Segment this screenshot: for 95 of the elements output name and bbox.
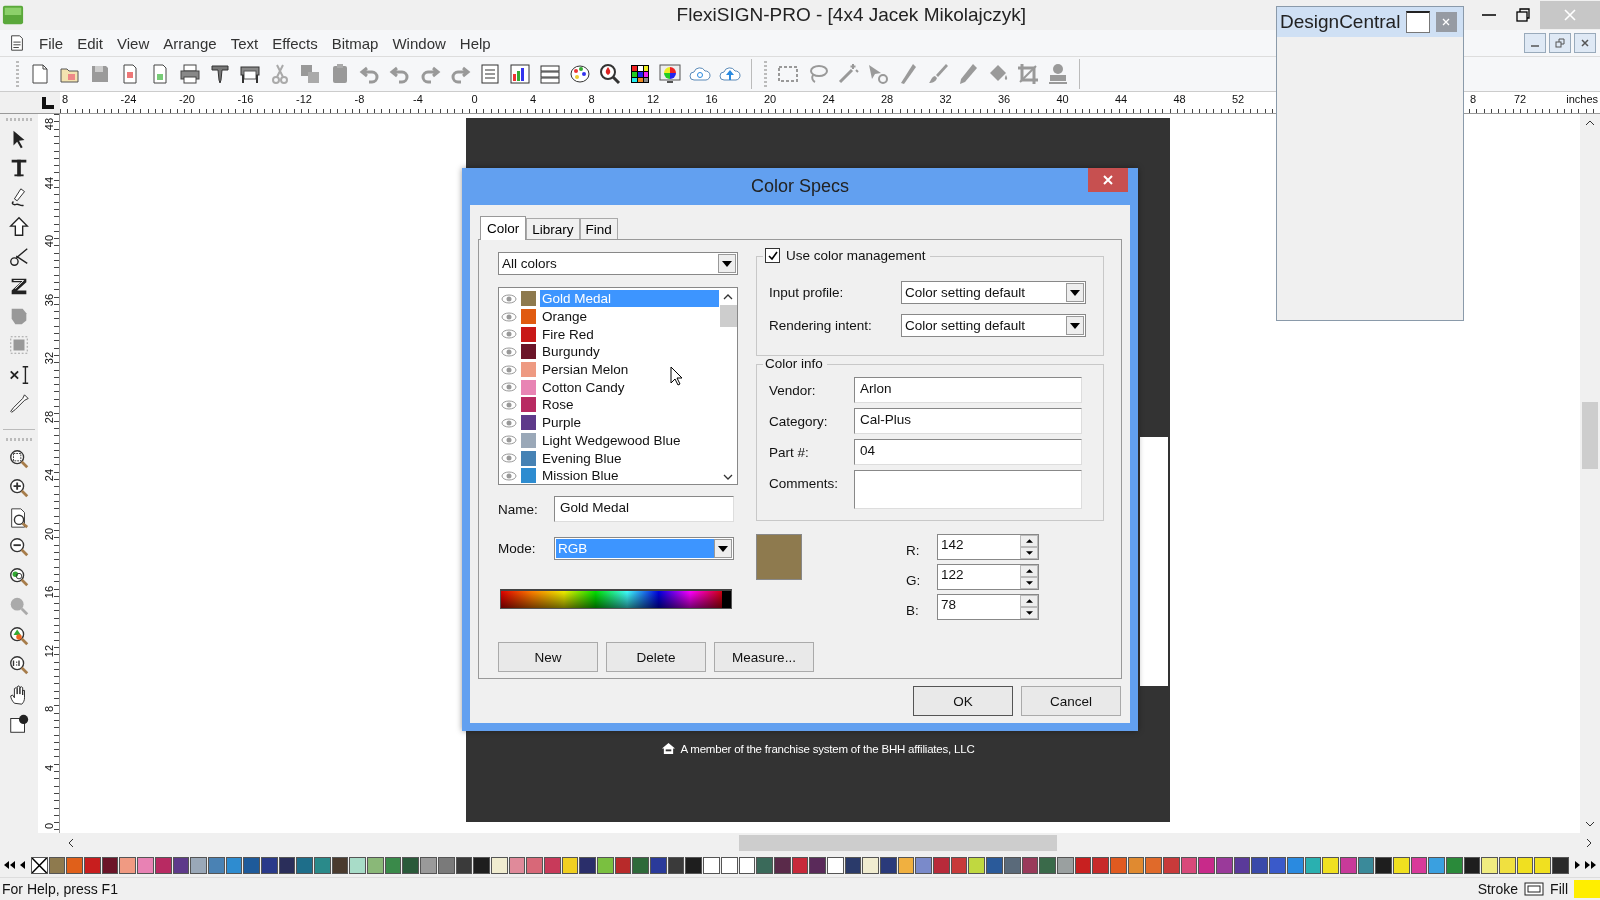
status-text: For Help, press F1 <box>2 881 118 897</box>
tab[interactable]: Library <box>526 218 580 239</box>
field-label: Name: <box>498 501 539 517</box>
menu-item[interactable]: View <box>110 32 157 54</box>
group-title: Color info <box>765 356 823 371</box>
ruler-label: 28 <box>43 409 55 425</box>
ruler-label: -24 <box>119 93 137 105</box>
name-field[interactable]: Gold Medal <box>554 496 734 522</box>
input-field[interactable]: Cal-Plus <box>854 408 1082 434</box>
dialog-title: Color Specs <box>750 176 849 197</box>
ruler-label: 36 <box>43 292 55 308</box>
ruler-label: -8 <box>353 93 365 105</box>
list-item[interactable]: Light Wedgewood Blue <box>540 431 719 449</box>
field-label: Mode: <box>498 541 537 556</box>
ruler-label: 40 <box>43 233 55 250</box>
ruler-label: 0 <box>470 93 478 105</box>
list-item[interactable]: Mission Blue <box>540 467 719 485</box>
ruler-label: 20 <box>43 526 55 542</box>
list-item[interactable]: Burgundy <box>540 343 719 361</box>
input-field[interactable]: Arlon <box>854 377 1082 403</box>
menu-item[interactable]: Effects <box>265 32 325 54</box>
ruler-label: 24 <box>43 467 55 484</box>
ruler-label: 44 <box>1114 93 1128 105</box>
field-label: R: <box>906 541 921 558</box>
profile-dropdown[interactable]: Color setting default <box>901 281 1086 304</box>
window-title: FlexiSIGN-PRO - [4x4 Jacek Mikolajczyk] <box>676 4 1027 26</box>
menu-item[interactable]: Arrange <box>156 32 224 54</box>
ruler-label: 8 <box>587 93 595 105</box>
profile-dropdown[interactable]: Color setting default <box>901 314 1086 337</box>
panel-title: DesignCentral <box>1280 11 1401 33</box>
list-item[interactable]: Rose <box>540 396 719 414</box>
ruler-unit: inches <box>1566 93 1598 105</box>
ruler-label: 12 <box>646 93 660 105</box>
field-label: Comments: <box>769 475 840 491</box>
ruler-label: -12 <box>295 93 312 105</box>
ruler-label: 32 <box>43 350 55 367</box>
spin-field[interactable]: 142 <box>937 534 1039 560</box>
ruler-label: 8 <box>61 93 69 105</box>
input-field[interactable]: 04 <box>854 439 1082 465</box>
ruler-label: 8 <box>43 704 55 715</box>
dialog-button[interactable]: Measure... <box>714 642 814 672</box>
list-item[interactable]: Evening Blue <box>540 449 719 467</box>
spin-field[interactable]: 122 <box>937 564 1039 590</box>
spin-field[interactable]: 78 <box>937 594 1039 620</box>
menu-item[interactable]: Help <box>452 32 498 54</box>
ruler-label: 4 <box>43 763 55 773</box>
field-label: G: <box>906 571 922 588</box>
dialog-button[interactable]: OK <box>913 686 1013 716</box>
list-item[interactable]: Cotton Candy <box>540 378 719 396</box>
ruler-label: 72 <box>1513 93 1527 105</box>
dialog-button[interactable]: Delete <box>606 642 706 672</box>
tab[interactable]: Color <box>480 216 527 240</box>
ruler-label: 36 <box>997 93 1011 105</box>
checkbox-label: Use color management <box>786 248 926 263</box>
ruler-label: 48 <box>1172 93 1186 105</box>
list-item[interactable]: Orange <box>540 308 719 326</box>
ruler-label: 40 <box>1055 93 1069 105</box>
menu-item[interactable]: Text <box>223 32 266 54</box>
menu-item[interactable]: Bitmap <box>324 32 386 54</box>
field-label: Vendor: <box>769 382 817 398</box>
ruler-label: 52 <box>1231 93 1245 105</box>
field-label: Part #: <box>769 444 810 460</box>
footer-text: A member of the franchise system of the BHH affiliates, LLC <box>680 742 975 755</box>
ruler-label: 24 <box>821 93 835 105</box>
tab[interactable]: Find <box>579 218 618 239</box>
field-label: Rendering intent: <box>769 318 873 333</box>
ruler-label: 44 <box>43 175 55 191</box>
menu-item[interactable]: Edit <box>70 32 111 54</box>
list-item[interactable]: Persian Melon <box>540 361 719 379</box>
ruler-label: 16 <box>43 584 55 601</box>
list-item[interactable]: Purple <box>540 414 719 432</box>
dialog-button[interactable]: Cancel <box>1021 686 1121 716</box>
fill-label: Fill <box>1550 881 1568 897</box>
field-label: B: <box>906 601 920 618</box>
ruler-label: 12 <box>43 643 55 659</box>
ruler-label: 48 <box>43 116 55 133</box>
ruler-label: 16 <box>704 93 718 105</box>
stroke-label: Stroke <box>1477 881 1519 897</box>
ruler-label: 28 <box>880 93 894 105</box>
menu-item[interactable]: Window <box>385 32 453 54</box>
ruler-label: 32 <box>938 93 952 105</box>
menu-item[interactable]: File <box>32 32 71 54</box>
field-label: Input profile: <box>769 285 845 300</box>
ruler-label: 0 <box>43 821 55 832</box>
list-item[interactable]: Fire Red <box>540 325 719 343</box>
ruler-label: -4 <box>412 93 423 105</box>
ruler-label: 4 <box>529 93 537 105</box>
ruler-label: -16 <box>236 93 254 105</box>
dialog-button[interactable]: New <box>498 642 598 672</box>
filter-dropdown[interactable]: All colors <box>498 252 738 275</box>
ruler-label: 20 <box>763 93 777 105</box>
color-list[interactable]: Gold Medal Orange Fire Red Burgundy Persian Melon Cotton Candy Rose Purple Light Wedgewood Blue Evening Blue Mission Blue <box>498 287 738 485</box>
field-label: Category: <box>769 413 829 429</box>
ruler-label: -20 <box>178 93 195 105</box>
ruler-label: 8 <box>1469 93 1477 105</box>
